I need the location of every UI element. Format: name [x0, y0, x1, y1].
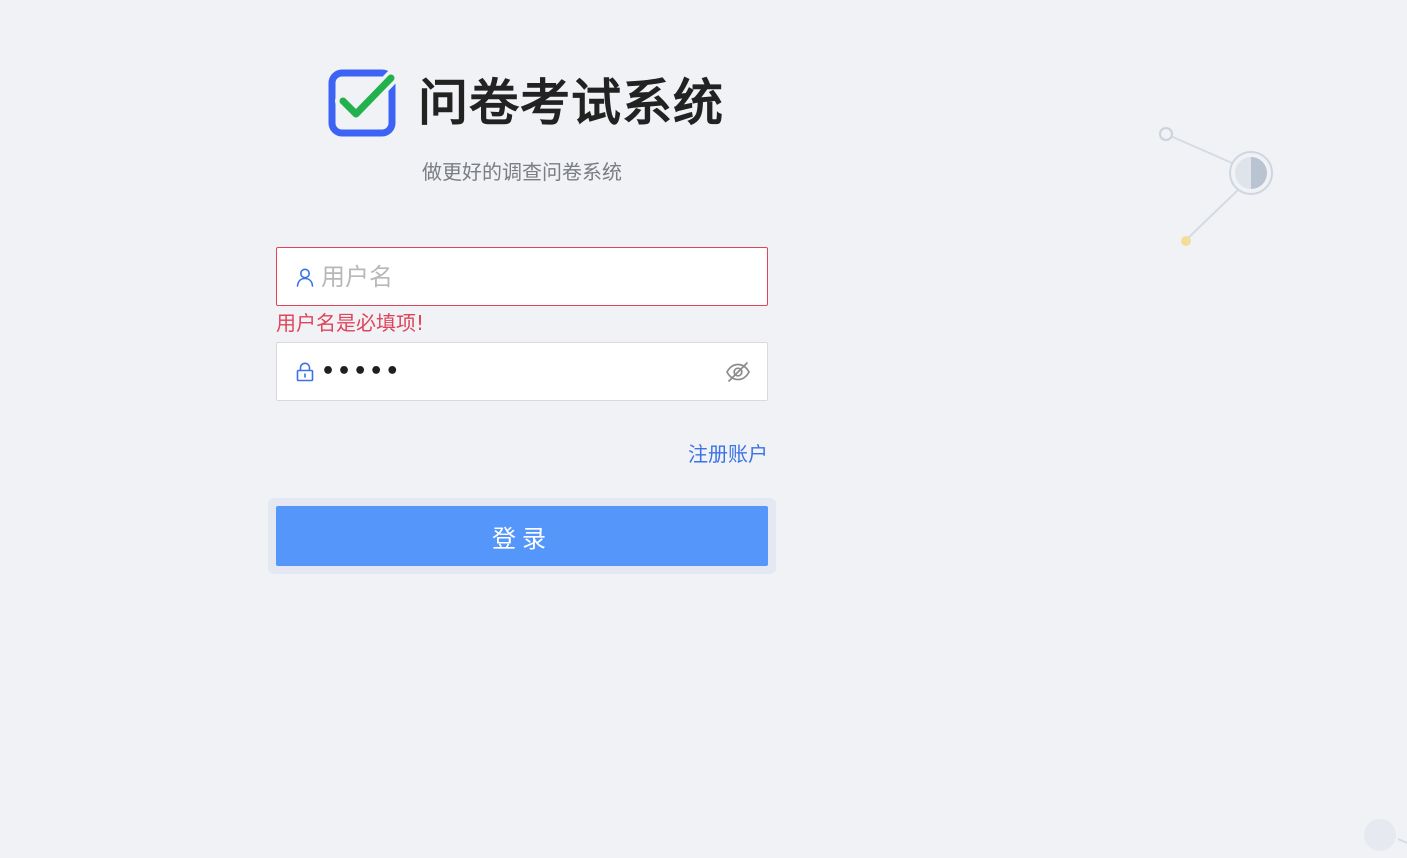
username-error-message: 用户名是必填项! [276, 311, 425, 335]
corner-decoration-icon [1364, 819, 1407, 851]
checkbox-checked-icon [328, 69, 396, 137]
login-button[interactable]: 登录 [276, 506, 768, 566]
app-title: 问卷考试系统 [418, 74, 724, 132]
password-input[interactable]: ••••• [321, 357, 725, 387]
user-icon [296, 268, 314, 287]
brand-header: 问卷考试系统 [328, 68, 724, 138]
login-page: 问卷考试系统 做更好的调查问卷系统 用户名 用户名是必填项! ••••• 注册账… [0, 0, 1407, 858]
username-field[interactable]: 用户名 [276, 247, 768, 306]
username-input[interactable]: 用户名 [321, 262, 767, 292]
app-subtitle: 做更好的调查问卷系统 [422, 160, 622, 184]
password-field[interactable]: ••••• [276, 342, 768, 401]
eye-hidden-icon[interactable] [725, 359, 751, 385]
register-account-link[interactable]: 注册账户 [688, 440, 768, 468]
lock-icon [296, 362, 314, 381]
network-decoration-icon [1159, 127, 1273, 246]
